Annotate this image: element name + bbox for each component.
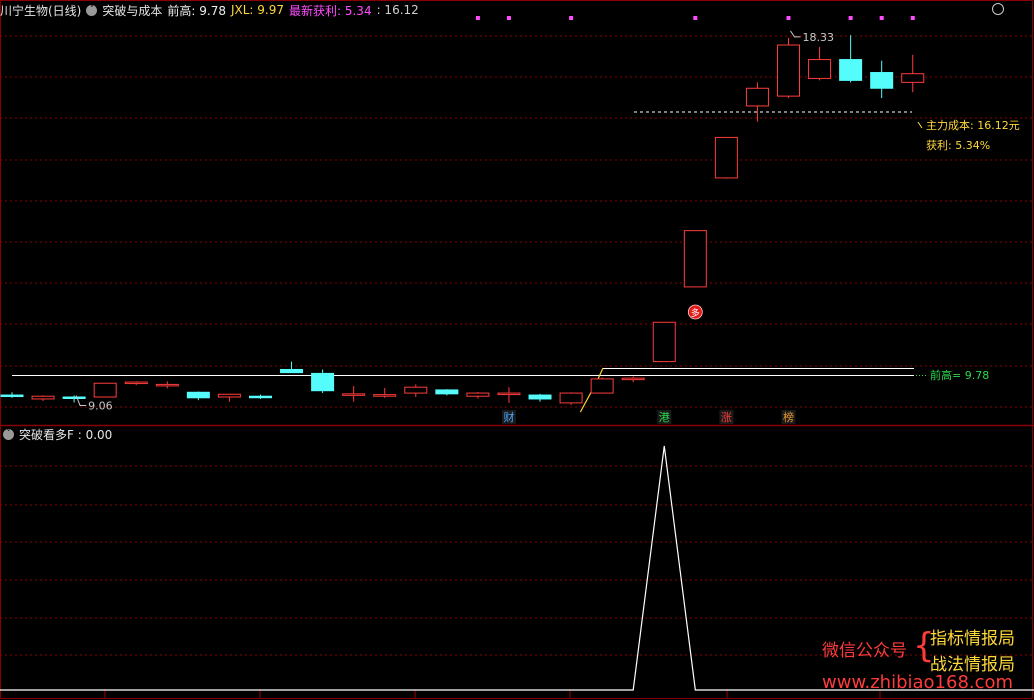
- sub-indicator-label[interactable]: 突破看多F : 0.00: [19, 426, 112, 443]
- candle-body: [652, 321, 676, 363]
- candle-body: [714, 136, 738, 179]
- cost-label: 主力成本: 16.12元: [926, 118, 1020, 132]
- main-chart-header: 川宁生物(日线) ˅ 突破与成本 前高: 9.78 JXL: 9.97 最新获利…: [0, 0, 424, 20]
- kline-chart[interactable]: 前高= 9.78 18.33 9.06 主力成本: 16.12元获利: 5.34% 多财…: [0, 0, 1034, 700]
- high-label: 18.33: [803, 31, 835, 44]
- candle-body: [435, 389, 459, 395]
- candle-body: [497, 392, 521, 396]
- settings-icon[interactable]: [992, 3, 1004, 15]
- candle-body: [777, 44, 800, 97]
- signal-dot: [879, 16, 884, 20]
- chevron-down-icon[interactable]: ˅: [86, 4, 98, 16]
- candle-body: [311, 372, 335, 392]
- candle-body: [808, 59, 832, 79]
- candle-body: [559, 392, 583, 404]
- signal-dot: [848, 16, 853, 20]
- candle-body: [373, 394, 397, 397]
- signal-dot: [786, 16, 791, 20]
- profit-annotation: 获利: 5.34%: [926, 139, 990, 152]
- candle-body: [683, 230, 707, 288]
- candle-body: [0, 394, 24, 398]
- profit-value: 最新获利: 5.34: [289, 3, 372, 18]
- prev-high-value: 前高: 9.78: [167, 3, 226, 18]
- cost-pointer: [917, 121, 923, 129]
- candle-body: [528, 394, 552, 400]
- chevron-down-icon[interactable]: ˅: [3, 428, 14, 440]
- low-label: 9.06: [88, 400, 113, 413]
- candle-body: [62, 396, 86, 399]
- event-marker-2: 港: [659, 411, 670, 424]
- candle-body: [186, 391, 210, 399]
- candle-body: [745, 87, 769, 107]
- candle-body: [248, 395, 272, 399]
- signal-dot: [569, 16, 574, 20]
- candle-body: [217, 393, 241, 398]
- signal-dot: [475, 16, 480, 20]
- signal-dot: [910, 16, 915, 20]
- candle-body: [870, 72, 894, 89]
- candle-body: [901, 73, 925, 83]
- event-marker-3: 涨: [721, 411, 732, 424]
- watermark-left: 微信公众号: [822, 641, 907, 661]
- chart-frame: [0, 0, 1033, 699]
- signal-dot: [506, 16, 511, 20]
- candle-body: [590, 378, 614, 394]
- candle-body: [621, 377, 645, 381]
- candle-body: [155, 383, 179, 387]
- event-marker-1: 财: [503, 410, 514, 424]
- candle-body: [466, 392, 490, 397]
- candle-body: [93, 382, 117, 398]
- cost-value: : 16.12: [376, 3, 419, 17]
- candle-body: [124, 381, 148, 385]
- jxl-value: JXL: 9.97: [230, 3, 284, 17]
- signal-dot: [693, 16, 698, 20]
- buy-signal-label: 多: [691, 307, 700, 319]
- watermark-line1: 指标情报局: [930, 629, 1015, 649]
- stock-name[interactable]: 川宁生物(日线): [0, 2, 81, 19]
- candle-body: [31, 395, 55, 400]
- candle-body: [342, 393, 366, 396]
- candle-body: [839, 59, 863, 81]
- sub-chart-header: ˅ 突破看多F : 0.00: [0, 424, 117, 444]
- prev-high-label: 前高= 9.78: [930, 368, 989, 382]
- indicator-name[interactable]: 突破与成本: [102, 2, 162, 19]
- watermark-url: www.zhibiao168.com: [822, 672, 1014, 693]
- candle-body: [404, 386, 428, 394]
- candle-body: [280, 368, 304, 374]
- event-marker-4: 榜: [783, 410, 794, 424]
